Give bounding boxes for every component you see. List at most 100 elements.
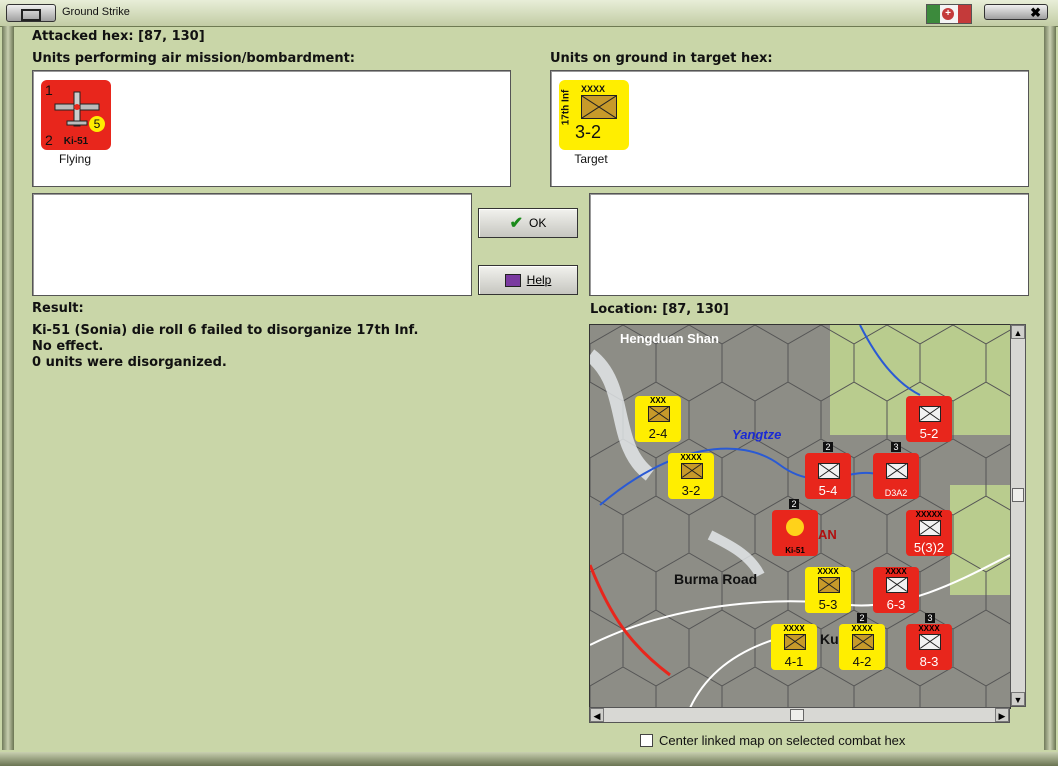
unit-size: XXXX: [783, 624, 805, 633]
unit-size: XXXX: [680, 453, 702, 462]
unit-strength: 5-4: [818, 483, 838, 498]
unit-symbol-icon: [919, 520, 941, 536]
result-line: No effect.: [32, 339, 104, 354]
unit-strength: D3A2: [884, 488, 908, 498]
scroll-left-arrow-icon[interactable]: ◀: [590, 708, 604, 722]
map-label-an: AN: [818, 527, 837, 542]
map-horizontal-scrollbar[interactable]: ◀ ▶: [589, 707, 1010, 723]
horizontal-scroll-thumb[interactable]: [790, 709, 804, 721]
map-unit-counter[interactable]: XXXX 3-2: [668, 453, 714, 499]
air-units-label: Units performing air mission/bombardment…: [32, 51, 356, 66]
cross-icon: +: [942, 8, 954, 20]
unit-symbol-icon: [919, 406, 941, 422]
unit-strength: 6-3: [886, 597, 906, 612]
infantry-icon: [581, 95, 617, 119]
air-units-panel: 1 2 5 Ki-51 Flying: [32, 70, 511, 187]
map-unit-counter[interactable]: D3A2: [873, 453, 919, 499]
stack-count: 2: [857, 613, 867, 623]
center-map-checkbox[interactable]: [640, 734, 653, 747]
map-label-yangtze: Yangtze: [732, 427, 782, 442]
unit-strength: 2-4: [648, 426, 668, 441]
stack-count: 2: [789, 499, 799, 509]
unit-size: XXXX: [817, 567, 839, 576]
unit-symbol-icon: [784, 634, 806, 650]
vertical-scroll-thumb[interactable]: [1012, 488, 1024, 502]
ground-unit-strength: 3-2: [575, 122, 602, 142]
map-vertical-scrollbar[interactable]: ▲ ▼: [1010, 324, 1026, 707]
map-unit-counter[interactable]: Ki-51: [772, 510, 818, 556]
book-icon: [504, 273, 521, 287]
air-unit-corner-tl: 1: [45, 82, 53, 98]
air-unit-counter[interactable]: 1 2 5 Ki-51: [41, 80, 111, 150]
result-line: Ki-51 (Sonia) die roll 6 failed to disor…: [32, 323, 419, 338]
map-unit-counter[interactable]: 5-4: [805, 453, 851, 499]
unit-size: XXXXX: [915, 510, 943, 519]
help-button[interactable]: Help: [478, 265, 578, 295]
scroll-up-arrow-icon[interactable]: ▲: [1011, 325, 1025, 339]
window-title: Ground Strike: [62, 6, 130, 18]
unit-strength: 5(3)2: [913, 540, 945, 555]
map-label-hengduan: Hengduan Shan: [620, 331, 719, 346]
unit-size: XXXX: [885, 567, 907, 576]
unit-size: XXX: [649, 396, 666, 405]
unit-size: XXXX: [851, 624, 873, 633]
ground-units-panel: 17th Inf XXXX 3-2 Target: [550, 70, 1029, 187]
unit-strength: 4-1: [784, 654, 804, 669]
map-label-ku: Ku: [820, 631, 839, 647]
close-button[interactable]: ✖: [984, 4, 1048, 20]
unit-symbol-icon: [681, 463, 703, 479]
ground-unit-size: XXXX: [581, 84, 606, 94]
map-unit-counter[interactable]: XXXXX 5(3)2: [906, 510, 952, 556]
right-frame: [1044, 26, 1056, 750]
unit-symbol-icon: [852, 634, 874, 650]
defender-info-panel: [589, 193, 1029, 296]
unit-symbol-icon: [818, 463, 840, 479]
bottom-frame: [0, 752, 1058, 766]
result-label: Result:: [32, 301, 84, 316]
unit-strength: 3-2: [681, 483, 701, 498]
stack-count: 2: [823, 442, 833, 452]
stack-count: 3: [891, 442, 901, 452]
unit-strength: 4-2: [852, 654, 872, 669]
left-frame: [2, 26, 14, 750]
map-unit-counter[interactable]: XXXX 5-3: [805, 567, 851, 613]
attacker-info-panel: [32, 193, 472, 296]
attacked-hex-label: Attacked hex: [87, 130]: [32, 29, 205, 44]
center-map-option[interactable]: Center linked map on selected combat hex: [640, 733, 905, 748]
ground-unit-caption: Target: [574, 152, 608, 166]
map-unit-counter[interactable]: XXXX 8-3: [906, 624, 952, 670]
ground-unit-name: 17th Inf: [560, 89, 572, 126]
map-unit-counter[interactable]: XXXX 6-3: [873, 567, 919, 613]
center-map-label: Center linked map on selected combat hex: [659, 733, 906, 748]
window-menu-button[interactable]: [6, 4, 56, 22]
unit-symbol-icon: [919, 634, 941, 650]
result-line: 0 units were disorganized.: [32, 355, 227, 370]
scroll-down-arrow-icon[interactable]: ▼: [1011, 692, 1025, 706]
unit-size: Ki-51: [785, 546, 805, 555]
map-unit-counter[interactable]: XXXX 4-1: [771, 624, 817, 670]
map-unit-counter[interactable]: XXXX 4-2: [839, 624, 885, 670]
title-bar: Ground Strike + ✖: [0, 0, 1058, 27]
ok-button[interactable]: ✔ OK: [478, 208, 578, 238]
airstrike-icon: [786, 518, 804, 536]
window-icon: [21, 9, 41, 21]
unit-symbol-icon: [648, 406, 670, 422]
air-unit-name: Ki-51: [63, 136, 89, 147]
unit-strength: 5-2: [919, 426, 939, 441]
help-label: Help: [526, 273, 552, 287]
map-unit-counter[interactable]: XXX 2-4: [635, 396, 681, 442]
unit-strength: 5-3: [818, 597, 838, 612]
nation-flag-icon: +: [926, 4, 972, 24]
ground-unit-counter[interactable]: 17th Inf XXXX 3-2: [559, 80, 629, 150]
hex-map[interactable]: Hengduan Shan Yangtze Burma Road Ku AN X…: [589, 324, 1011, 709]
unit-symbol-icon: [818, 577, 840, 593]
map-unit-counter[interactable]: 5-2: [906, 396, 952, 442]
air-unit-caption: Flying: [58, 152, 91, 166]
unit-symbol-icon: [886, 577, 908, 593]
checkmark-icon: ✔: [509, 215, 524, 232]
scroll-right-arrow-icon[interactable]: ▶: [995, 708, 1009, 722]
unit-size: XXXX: [918, 624, 940, 633]
unit-symbol-icon: [886, 463, 908, 479]
unit-strength: 8-3: [919, 654, 939, 669]
stack-count: 3: [925, 613, 935, 623]
